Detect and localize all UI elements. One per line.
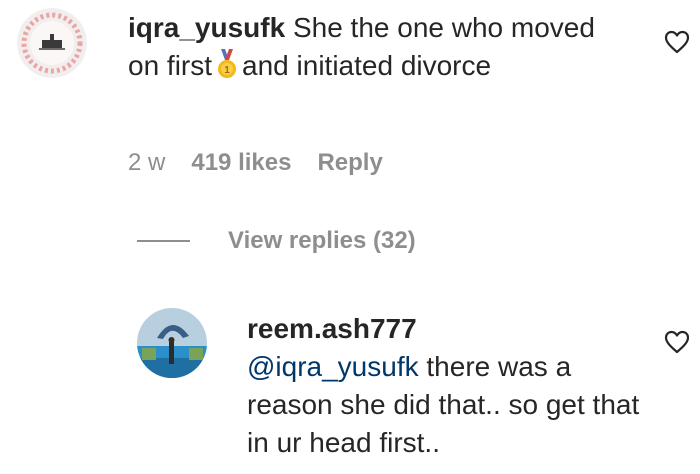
gold-medal-icon: 1: [216, 49, 238, 79]
comment-likes-count[interactable]: 419 likes: [191, 149, 291, 177]
reply-mention-link[interactable]: @iqra_yusufk: [247, 351, 419, 382]
commenter-avatar[interactable]: [17, 8, 87, 78]
view-replies-label: View replies (32): [228, 227, 416, 254]
comment-username[interactable]: iqra_yusufk: [128, 12, 285, 43]
comment-meta: 2 w 419 likes Reply: [128, 146, 383, 180]
reply-body: reem.ash777 @iqra_yusufk there was a reas…: [247, 310, 647, 462]
divider-line: [137, 240, 190, 242]
reply-username[interactable]: reem.ash777: [247, 313, 417, 344]
comment-body: iqra_yusufk She the one who moved on fir…: [128, 9, 598, 85]
reply-button[interactable]: Reply: [317, 149, 382, 177]
reply-avatar[interactable]: [137, 308, 207, 378]
svg-text:1: 1: [224, 65, 230, 76]
like-heart-icon[interactable]: [664, 30, 690, 54]
reply-like-heart-icon[interactable]: [664, 330, 690, 354]
comment-age: 2 w: [128, 149, 166, 176]
view-replies-button[interactable]: View replies (32): [137, 224, 416, 258]
comment-text-part2: and initiated divorce: [242, 50, 492, 81]
